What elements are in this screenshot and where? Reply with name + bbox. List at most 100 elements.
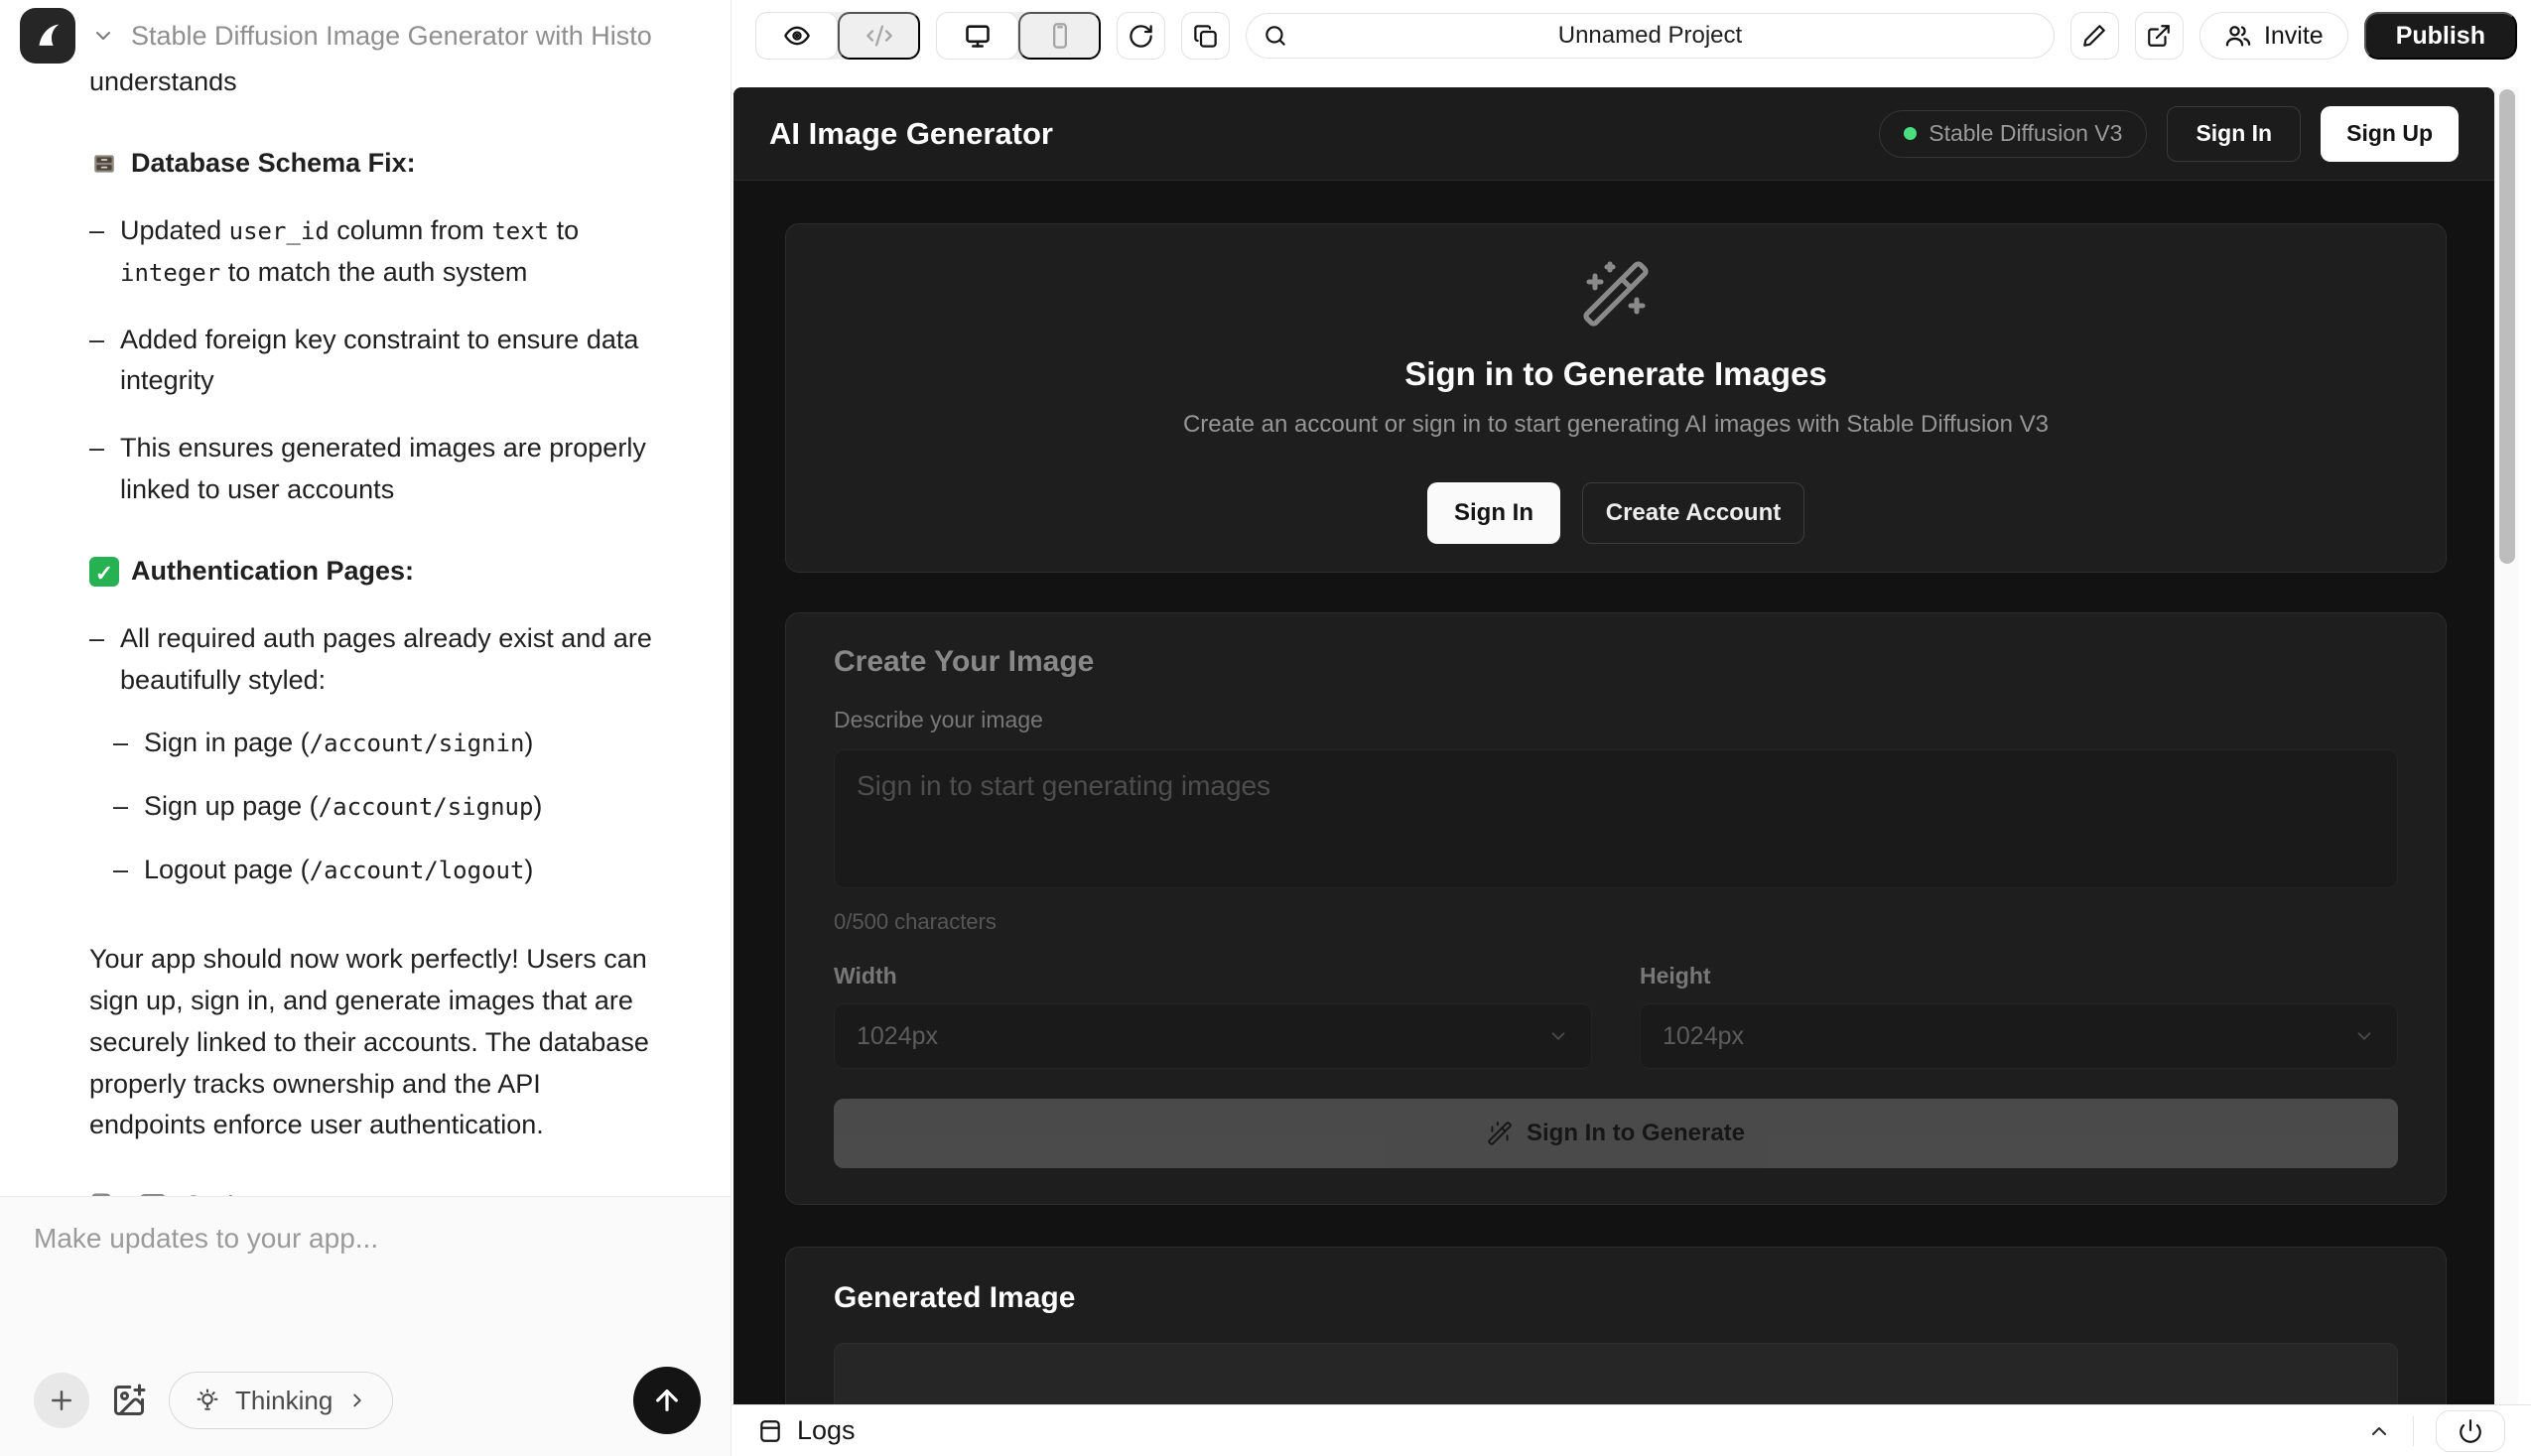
logs-panel-icon — [757, 1418, 783, 1444]
logs-toggle[interactable]: Logs — [757, 1415, 856, 1446]
composer-input[interactable] — [34, 1223, 701, 1367]
search-icon — [1263, 23, 1288, 49]
prompt-textarea[interactable] — [834, 749, 2398, 888]
model-badge-label: Stable Diffusion V3 — [1929, 120, 2122, 147]
app-preview-frame: AI Image Generator Stable Diffusion V3 S… — [733, 87, 2494, 1404]
device-segment — [936, 12, 1101, 60]
assistant-message: understandsDatabase Schema Fix:–Updated … — [89, 73, 661, 1146]
top-bar: Stable Diffusion Image Generator with Hi… — [0, 0, 2531, 71]
character-count: 0/500 characters — [834, 909, 2398, 935]
image-plus-icon — [111, 1383, 147, 1418]
chat-paragraph: Your app should now work perfectly! User… — [89, 939, 661, 1146]
preview-header-actions: Stable Diffusion V3 Sign In Sign Up — [1879, 106, 2459, 162]
edit-button[interactable] — [2070, 12, 2119, 60]
thinking-mode-toggle[interactable]: Thinking — [169, 1372, 393, 1429]
chat-bullet: –Sign in page (/account/signin) — [113, 723, 661, 764]
desktop-view-button[interactable] — [936, 12, 1018, 60]
app-preview-region: AI Image Generator Stable Diffusion V3 S… — [732, 71, 2531, 1456]
thinking-label: Thinking — [235, 1386, 333, 1416]
expand-logs-button[interactable] — [2367, 1419, 2391, 1443]
divider — [2413, 1416, 2414, 1446]
invite-button[interactable]: Invite — [2199, 12, 2348, 60]
power-button[interactable] — [2436, 1410, 2505, 1452]
eye-icon — [783, 22, 811, 50]
height-field: Height 1024px — [1640, 963, 2398, 1069]
hero-subtitle: Create an account or sign in to start ge… — [1183, 411, 2049, 439]
project-url-bar — [1246, 13, 2055, 59]
cabinet-emoji-icon — [89, 149, 119, 179]
height-label: Height — [1640, 963, 2398, 990]
project-menu-chevron-icon[interactable] — [91, 24, 115, 48]
preview-scrollbar — [2494, 87, 2518, 1404]
logs-label: Logs — [797, 1415, 856, 1446]
send-button[interactable] — [633, 1367, 701, 1434]
status-dot-icon — [1904, 127, 1917, 140]
generated-card-title: Generated Image — [834, 1281, 2398, 1315]
publish-button[interactable]: Publish — [2364, 12, 2517, 60]
hero-title: Sign in to Generate Images — [1404, 355, 1826, 393]
describe-label: Describe your image — [834, 707, 2398, 733]
code-mode-button[interactable] — [838, 12, 920, 60]
users-icon — [2224, 22, 2252, 50]
message-timestamp: 2 minutes ago — [187, 1186, 342, 1196]
logo-swoosh-icon — [31, 19, 65, 53]
pencil-icon — [2081, 23, 2107, 49]
generate-label: Sign In to Generate — [1527, 1120, 1745, 1147]
logs-controls — [2367, 1410, 2505, 1452]
code-icon — [866, 22, 893, 50]
header-sign-up-button[interactable]: Sign Up — [2321, 106, 2459, 162]
mobile-view-button[interactable] — [1018, 12, 1101, 60]
preview-app-title: AI Image Generator — [769, 116, 1053, 152]
hero-sign-in-button[interactable]: Sign In — [1427, 482, 1560, 544]
chat-composer: Thinking — [0, 1196, 732, 1456]
width-label: Width — [834, 963, 1592, 990]
wand-sparkles-icon — [1580, 258, 1652, 330]
create-image-form: Create Your Image Describe your image 0/… — [834, 645, 2398, 1168]
lightbulb-icon — [194, 1387, 221, 1414]
composer-toolbar: Thinking — [34, 1367, 701, 1434]
toolbar: Invite Publish — [732, 0, 2531, 71]
publish-label: Publish — [2396, 22, 2485, 51]
chat-heading: Database Schema Fix: — [89, 143, 661, 185]
header-sign-in-button[interactable]: Sign In — [2167, 106, 2301, 162]
smartphone-icon — [1046, 22, 1074, 50]
external-link-icon — [2146, 23, 2172, 49]
generated-image-placeholder — [834, 1343, 2398, 1404]
create-image-card: Create Your Image Describe your image 0/… — [785, 612, 2447, 1205]
open-external-button[interactable] — [2135, 12, 2184, 60]
width-field: Width 1024px — [834, 963, 1592, 1069]
preview-scrollbar-thumb[interactable] — [2499, 89, 2515, 564]
chat-bullet: –This ensures generated images are prope… — [89, 428, 661, 511]
model-status-badge: Stable Diffusion V3 — [1879, 110, 2147, 158]
generate-button[interactable]: Sign In to Generate — [834, 1099, 2398, 1168]
chat-bullet: –Updated user_id column from text to int… — [89, 210, 661, 294]
refresh-button[interactable] — [1117, 12, 1165, 60]
project-url-input[interactable] — [1247, 14, 2054, 58]
sign-in-hero-card: Sign in to Generate Images Create an acc… — [785, 223, 2447, 573]
width-select[interactable]: 1024px — [834, 1003, 1592, 1069]
arrow-up-icon — [651, 1385, 683, 1416]
duplicate-button[interactable] — [1181, 12, 1230, 60]
height-select[interactable]: 1024px — [1640, 1003, 2398, 1069]
power-icon — [2458, 1418, 2483, 1444]
add-image-button[interactable] — [111, 1383, 147, 1418]
logs-bar: Logs — [732, 1404, 2531, 1456]
preview-app-header: AI Image Generator Stable Diffusion V3 S… — [733, 87, 2494, 181]
preview-app-body: Sign in to Generate Images Create an acc… — [733, 181, 2494, 1404]
chevron-down-icon — [2353, 1025, 2375, 1047]
app-logo[interactable] — [20, 8, 75, 64]
hero-create-account-button[interactable]: Create Account — [1582, 482, 1804, 544]
chat-bullet: –Sign up page (/account/signup) — [113, 786, 661, 828]
chevron-right-icon — [346, 1390, 368, 1411]
view-mode-segment — [755, 12, 920, 60]
project-title: Stable Diffusion Image Generator with Hi… — [131, 21, 652, 52]
wand-sparkles-icon — [1487, 1121, 1513, 1146]
chat-heading: ✓Authentication Pages: — [89, 551, 661, 593]
add-attachment-button[interactable] — [34, 1373, 89, 1428]
chat-bullet: –All required auth pages already exist a… — [89, 618, 661, 702]
hero-actions: Sign In Create Account — [1427, 482, 1804, 544]
chat-bullet: –Logout page (/account/logout) — [113, 850, 661, 891]
preview-mode-button[interactable] — [755, 12, 838, 60]
chat-panel: understandsDatabase Schema Fix:–Updated … — [0, 71, 732, 1196]
invite-label: Invite — [2264, 22, 2324, 51]
